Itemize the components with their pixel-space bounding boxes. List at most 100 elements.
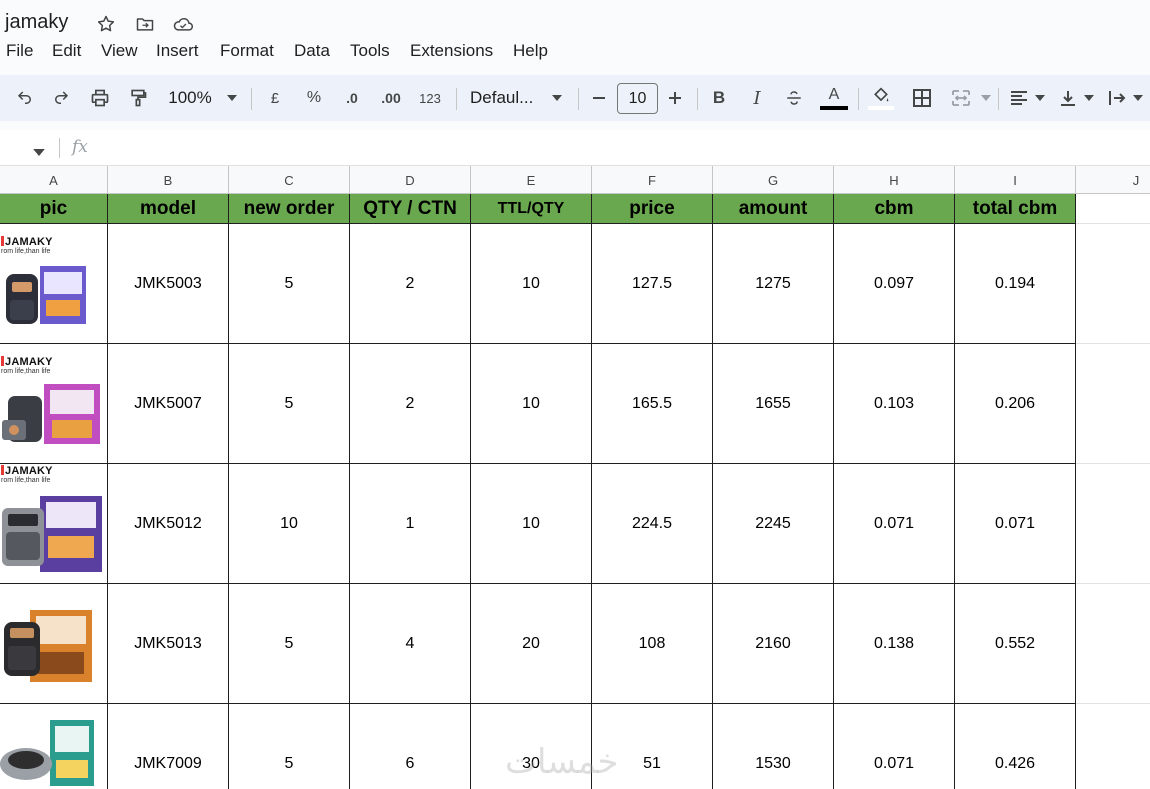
model-cell[interactable]: JMK5013 <box>108 584 229 704</box>
total-cbm-cell[interactable]: 0.071 <box>955 464 1076 584</box>
ttl-qty-cell[interactable]: 20 <box>471 584 592 704</box>
decrease-decimal-button[interactable]: .0 <box>340 75 364 121</box>
paint-format-icon[interactable] <box>125 75 151 121</box>
cbm-cell[interactable]: 0.103 <box>834 344 955 464</box>
halign-dropdown-icon[interactable] <box>1032 75 1048 121</box>
percent-format-button[interactable]: % <box>302 75 326 121</box>
currency-format-button[interactable]: £ <box>264 75 286 121</box>
wrap-dropdown-icon[interactable] <box>1130 75 1146 121</box>
total-cbm-cell[interactable]: 0.426 <box>955 704 1076 789</box>
borders-icon[interactable] <box>910 75 934 121</box>
menu-help[interactable]: Help <box>513 41 548 61</box>
model-cell[interactable]: JMK7009 <box>108 704 229 789</box>
total-cbm-cell[interactable]: 0.206 <box>955 344 1076 464</box>
header-cell-cbm[interactable]: cbm <box>834 194 955 224</box>
text-wrapping-icon[interactable] <box>1106 75 1128 121</box>
header-cell-pic[interactable]: pic <box>0 194 108 224</box>
font-dropdown-icon[interactable] <box>548 75 566 121</box>
zoom-select[interactable]: 100% <box>164 75 216 121</box>
column-header-g[interactable]: G <box>713 166 834 194</box>
cbm-cell[interactable]: 0.071 <box>834 464 955 584</box>
number-format-button[interactable]: 123 <box>416 75 444 121</box>
header-cell-new-order[interactable]: new order <box>229 194 350 224</box>
new-order-cell[interactable]: 5 <box>229 704 350 789</box>
zoom-dropdown-icon[interactable] <box>222 75 242 121</box>
cbm-cell[interactable]: 0.071 <box>834 704 955 789</box>
star-icon[interactable] <box>95 13 117 35</box>
strikethrough-icon[interactable] <box>783 75 805 121</box>
bold-icon[interactable]: B <box>708 75 730 121</box>
header-cell-model[interactable]: model <box>108 194 229 224</box>
font-size-input[interactable]: 10 <box>617 83 658 114</box>
increase-font-size-icon[interactable] <box>665 75 685 121</box>
amount-cell[interactable]: 1655 <box>713 344 834 464</box>
amount-cell[interactable]: 1275 <box>713 224 834 344</box>
pic-cell[interactable] <box>0 584 108 704</box>
column-header-b[interactable]: B <box>108 166 229 194</box>
fill-color-icon[interactable] <box>867 75 895 121</box>
qty-ctn-cell[interactable]: 6 <box>350 704 471 789</box>
model-cell[interactable]: JMK5012 <box>108 464 229 584</box>
print-icon[interactable] <box>87 75 113 121</box>
model-cell[interactable]: JMK5007 <box>108 344 229 464</box>
cloud-status-icon[interactable] <box>172 13 194 35</box>
header-cell-total-cbm[interactable]: total cbm <box>955 194 1076 224</box>
qty-ctn-cell[interactable]: 2 <box>350 224 471 344</box>
price-cell[interactable]: 127.5 <box>592 224 713 344</box>
move-to-folder-icon[interactable] <box>134 13 156 35</box>
new-order-cell[interactable]: 5 <box>229 224 350 344</box>
new-order-cell[interactable]: 5 <box>229 584 350 704</box>
column-header-a[interactable]: A <box>0 166 108 194</box>
ttl-qty-cell[interactable]: 10 <box>471 464 592 584</box>
menu-extensions[interactable]: Extensions <box>410 41 493 61</box>
column-header-c[interactable]: C <box>229 166 350 194</box>
qty-ctn-cell[interactable]: 4 <box>350 584 471 704</box>
total-cbm-cell[interactable]: 0.194 <box>955 224 1076 344</box>
menu-format[interactable]: Format <box>220 41 274 61</box>
undo-icon[interactable] <box>12 75 38 121</box>
new-order-cell[interactable]: 5 <box>229 344 350 464</box>
pic-cell[interactable] <box>0 704 108 789</box>
italic-icon[interactable]: I <box>746 75 768 121</box>
empty-cell[interactable] <box>1076 464 1150 584</box>
qty-ctn-cell[interactable]: 2 <box>350 344 471 464</box>
text-color-icon[interactable]: A <box>819 75 849 121</box>
header-cell-ttl-qty[interactable]: TTL/QTY <box>471 194 592 224</box>
empty-cell[interactable] <box>1076 584 1150 704</box>
amount-cell[interactable]: 2245 <box>713 464 834 584</box>
menu-view[interactable]: View <box>101 41 138 61</box>
menu-file[interactable]: File <box>6 41 33 61</box>
amount-cell[interactable]: 2160 <box>713 584 834 704</box>
pic-cell[interactable]: JAMAKY rom life,than life <box>0 344 108 464</box>
price-cell[interactable]: 108 <box>592 584 713 704</box>
ttl-qty-cell[interactable]: 10 <box>471 344 592 464</box>
document-title[interactable]: jamaky <box>5 11 68 34</box>
cbm-cell[interactable]: 0.138 <box>834 584 955 704</box>
empty-cell[interactable] <box>1076 704 1150 789</box>
price-cell[interactable]: 224.5 <box>592 464 713 584</box>
price-cell[interactable]: 165.5 <box>592 344 713 464</box>
column-header-j[interactable]: J <box>1076 166 1150 194</box>
horizontal-align-icon[interactable] <box>1008 75 1030 121</box>
header-cell-price[interactable]: price <box>592 194 713 224</box>
redo-icon[interactable] <box>48 75 74 121</box>
empty-cell[interactable] <box>1076 344 1150 464</box>
amount-cell[interactable]: 1530 <box>713 704 834 789</box>
menu-data[interactable]: Data <box>294 41 330 61</box>
column-header-e[interactable]: E <box>471 166 592 194</box>
pic-cell[interactable]: JAMAKY rom life,than life <box>0 464 108 584</box>
empty-cell[interactable] <box>1076 224 1150 344</box>
model-cell[interactable]: JMK5003 <box>108 224 229 344</box>
font-family-select[interactable]: Defaul... <box>470 75 540 121</box>
cbm-cell[interactable]: 0.097 <box>834 224 955 344</box>
total-cbm-cell[interactable]: 0.552 <box>955 584 1076 704</box>
ttl-qty-cell[interactable]: 10 <box>471 224 592 344</box>
header-cell-amount[interactable]: amount <box>713 194 834 224</box>
name-box-dropdown-icon[interactable] <box>33 143 45 161</box>
column-header-h[interactable]: H <box>834 166 955 194</box>
merge-dropdown-icon[interactable] <box>978 75 994 121</box>
menu-tools[interactable]: Tools <box>350 41 390 61</box>
menu-insert[interactable]: Insert <box>156 41 199 61</box>
decrease-font-size-icon[interactable] <box>589 75 609 121</box>
column-header-i[interactable]: I <box>955 166 1076 194</box>
